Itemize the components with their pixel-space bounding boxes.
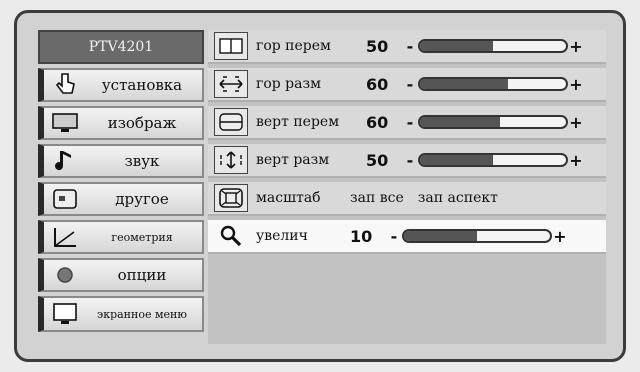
sidebar-item-osd[interactable]: экранное меню [38, 296, 204, 332]
decrease-button[interactable]: - [402, 113, 418, 132]
slider-fill [420, 155, 493, 165]
v-position-slider[interactable] [418, 115, 568, 129]
sidebar-item-label: установка [101, 76, 183, 94]
slider-fill [420, 117, 501, 127]
sidebar-item-label: экранное меню [97, 308, 187, 320]
setting-value: 50 [366, 36, 389, 56]
zoom-slider[interactable] [402, 229, 552, 243]
setting-row-h-size[interactable]: гор разм 60 - + [208, 68, 606, 102]
v-size-slider[interactable] [418, 153, 568, 167]
model-name: PTV4201 [88, 39, 154, 55]
increase-button[interactable]: + [568, 37, 584, 56]
decrease-button[interactable]: - [402, 75, 418, 94]
model-header: PTV4201 [38, 30, 204, 64]
horizontal-size-icon [214, 70, 248, 98]
h-size-slider[interactable] [418, 77, 568, 91]
magnifier-icon [214, 222, 248, 250]
screen-frame-icon [48, 185, 82, 213]
sidebar-item-label: геометрия [111, 230, 173, 244]
decrease-button[interactable]: - [402, 151, 418, 170]
decrease-button[interactable]: - [402, 37, 418, 56]
increase-button[interactable]: + [552, 227, 568, 246]
increase-button[interactable]: + [568, 151, 584, 170]
sidebar-item-label: звук [124, 152, 160, 170]
sidebar-item-label: другое [115, 190, 169, 208]
setting-row-zoom[interactable]: увелич 10 - + [208, 220, 606, 254]
sidebar-item-setup[interactable]: установка [38, 68, 204, 102]
vertical-position-icon [214, 108, 248, 136]
horizontal-position-icon [214, 32, 248, 60]
settings-panel: гор перем 50 - + гор разм 60 - + верт пе… [208, 30, 606, 344]
setting-row-h-position[interactable]: гор перем 50 - + [208, 30, 606, 64]
sidebar-item-geometry[interactable]: геометрия [38, 220, 204, 254]
slider-fill [404, 231, 477, 241]
sidebar-item-sound[interactable]: звук [38, 144, 204, 178]
setting-label: увелич [256, 228, 308, 244]
sidebar-item-label: опции [117, 266, 167, 284]
osd-screen-icon [48, 300, 82, 328]
setting-label: гор перем [256, 38, 331, 54]
sidebar-item-other[interactable]: другое [38, 182, 204, 216]
scale-option-aspect[interactable]: зап аспект [418, 190, 498, 206]
setting-label: гор разм [256, 76, 322, 92]
hand-pointer-icon [48, 71, 82, 99]
setting-value: 60 [366, 112, 389, 132]
geometry-angle-icon [48, 223, 82, 251]
vertical-size-icon [214, 146, 248, 174]
decrease-button[interactable]: - [386, 227, 402, 246]
setting-label: верт перем [256, 114, 340, 130]
slider-fill [420, 79, 508, 89]
scale-option-full[interactable]: зап все [350, 190, 404, 206]
setting-value: 60 [366, 74, 389, 94]
setting-row-scale[interactable]: масштаб зап все зап аспект [208, 182, 606, 216]
monitor-icon [48, 109, 82, 137]
scale-icon [214, 184, 248, 212]
increase-button[interactable]: + [568, 75, 584, 94]
h-position-slider[interactable] [418, 39, 568, 53]
setting-value: 50 [366, 150, 389, 170]
options-dot-icon [48, 261, 82, 289]
setting-row-v-position[interactable]: верт перем 60 - + [208, 106, 606, 140]
sidebar-item-label: изображ [107, 114, 177, 132]
sidebar-item-picture[interactable]: изображ [38, 106, 204, 140]
sidebar-item-options[interactable]: опции [38, 258, 204, 292]
music-note-icon [48, 147, 82, 175]
setting-label: масштаб [256, 190, 321, 206]
setting-value: 10 [350, 226, 373, 246]
slider-fill [420, 41, 493, 51]
increase-button[interactable]: + [568, 113, 584, 132]
setting-label: верт разм [256, 152, 330, 168]
setting-row-v-size[interactable]: верт разм 50 - + [208, 144, 606, 178]
